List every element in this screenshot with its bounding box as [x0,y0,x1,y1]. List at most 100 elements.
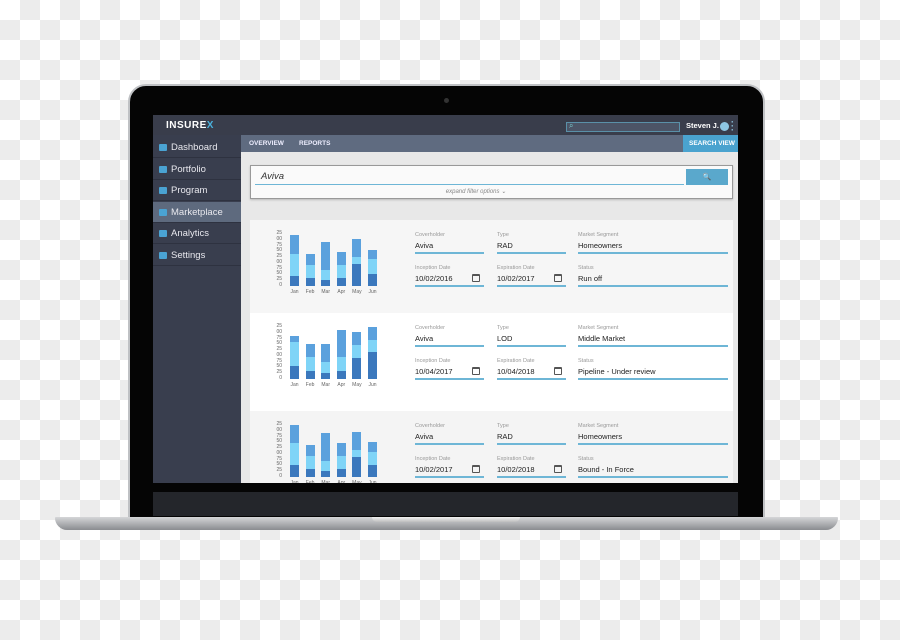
segment-field[interactable]: Homeowners [578,432,622,441]
result-card[interactable]: Coverholder Aviva Type RAD Market Segmen… [250,220,733,313]
inception-field[interactable]: 10/02/2016 [415,274,453,283]
x-tick-label: Mar [321,289,330,295]
more-menu-icon[interactable]: · · · [731,118,735,135]
bar-segment-feb-s1 [305,370,315,379]
bar-segment-mar-s2 [321,269,331,281]
sidebar-item-program[interactable]: Program [153,180,241,202]
search-input[interactable]: Aviva [261,171,284,182]
bar-segment-jan-s3 [290,336,299,342]
status-underline [578,285,728,287]
bar-segment-apr-s3 [336,330,346,358]
x-tick-label: Jan [290,480,299,483]
sidebar-item-dashboard[interactable]: Dashboard [153,137,241,158]
bar-segment-mar-s3 [321,242,331,270]
bar-segment-may-s3 [352,238,362,258]
y-tick-label: 0 [279,282,282,288]
tab-reports[interactable]: REPORTS [299,140,330,147]
segment-label: Market Segment [578,232,619,238]
result-card[interactable]: Coverholder Aviva Type LOD Market Segmen… [250,313,733,411]
x-tick-label: Jan [290,289,299,295]
x-tick-label: Feb [305,289,315,295]
type-field[interactable]: RAD [497,241,513,250]
bar-segment-jan-s3 [290,425,299,444]
status-field[interactable]: Pipeline - Under review [578,367,656,376]
search-view-button[interactable]: SEARCH VIEW [683,135,738,152]
type-underline [497,252,566,254]
x-tick-label: Mar [321,382,330,388]
user-avatar-icon[interactable] [720,122,729,131]
expiration-field[interactable]: 10/04/2018 [497,367,535,376]
logo[interactable]: INSUREX [166,120,214,131]
inception-field[interactable]: 10/04/2017 [415,367,453,376]
search-button[interactable]: 🔍 [686,169,728,185]
inception-underline [415,476,484,478]
bar-segment-feb-s2 [305,265,315,278]
sidebar: Dashboard Portfolio Program Marketplace Anal… [153,135,241,483]
bar-segment-apr-s2 [336,357,346,371]
calendar-icon[interactable] [472,367,480,375]
bar-segment-jan-s2 [290,253,299,276]
expiration-label: Expiration Date [497,456,535,462]
result-card[interactable]: Coverholder Aviva Type RAD Market Segmen… [250,411,733,483]
bar-segment-feb-s3 [305,444,315,457]
expiration-field[interactable]: 10/02/2018 [497,465,535,474]
camera [444,98,449,103]
y-tick-label: 0 [279,375,282,381]
sidebar-item-settings[interactable]: Settings [153,245,241,266]
calendar-icon[interactable] [472,274,480,282]
bar-segment-jun-s2 [368,259,377,275]
status-underline [578,378,728,380]
bar-segment-jan-s2 [290,342,299,367]
logo-text: INSURE [166,120,207,131]
status-field[interactable]: Run off [578,274,602,283]
x-tick-label: Apr [337,289,346,295]
bar-segment-may-s1 [352,264,362,286]
segment-field[interactable]: Homeowners [578,241,622,250]
type-field[interactable]: LOD [497,334,512,343]
chart-icon [159,144,167,151]
expiration-field[interactable]: 10/02/2017 [497,274,535,283]
bar-segment-mar-s1 [321,373,331,379]
calendar-icon[interactable] [472,465,480,473]
status-underline [578,476,728,478]
bar-segment-jan-s3 [290,235,299,254]
search-panel: Aviva 🔍 expand filter options ⌄ [250,165,733,199]
coverholder-field[interactable]: Aviva [415,241,433,250]
coverholder-field[interactable]: Aviva [415,432,433,441]
bar-segment-apr-s2 [336,265,346,278]
coverholder-label: Coverholder [415,423,445,429]
bar-segment-may-s2 [352,345,362,359]
calendar-icon[interactable] [554,274,562,282]
expand-filter-options[interactable]: expand filter options ⌄ [251,188,701,195]
coverholder-field[interactable]: Aviva [415,334,433,343]
inception-field[interactable]: 10/02/2017 [415,465,453,474]
user-name[interactable]: Steven J. [686,121,719,130]
bar-segment-jun-s3 [368,442,377,452]
global-search-input[interactable]: ⌕ [566,121,680,132]
x-tick-label: Apr [337,382,346,388]
type-label: Type [497,423,509,429]
sidebar-item-portfolio[interactable]: Portfolio [153,159,241,180]
x-tick-label: May [352,480,362,483]
y-tick-label: 0 [279,473,282,479]
sidebar-item-label: Analytics [171,228,210,240]
segment-label: Market Segment [578,423,619,429]
segment-label: Market Segment [578,325,619,331]
x-tick-label: May [352,382,362,388]
segment-underline [578,252,728,254]
bar-segment-jun-s2 [368,451,377,466]
sidebar-item-marketplace[interactable]: Marketplace [153,201,241,223]
expiration-label: Expiration Date [497,265,535,271]
expiration-underline [497,476,566,478]
segment-field[interactable]: Middle Market [578,334,625,343]
x-tick-label: Jun [368,480,377,483]
calendar-icon[interactable] [554,465,562,473]
sidebar-item-analytics[interactable]: Analytics [153,223,241,245]
calendar-icon[interactable] [554,367,562,375]
bar-segment-jan-s1 [290,366,299,379]
status-field[interactable]: Bound - In Force [578,465,634,474]
bar-segment-may-s2 [352,450,362,458]
tab-overview[interactable]: OVERVIEW [249,140,284,147]
type-field[interactable]: RAD [497,432,513,441]
bar-segment-mar-s3 [321,433,331,461]
